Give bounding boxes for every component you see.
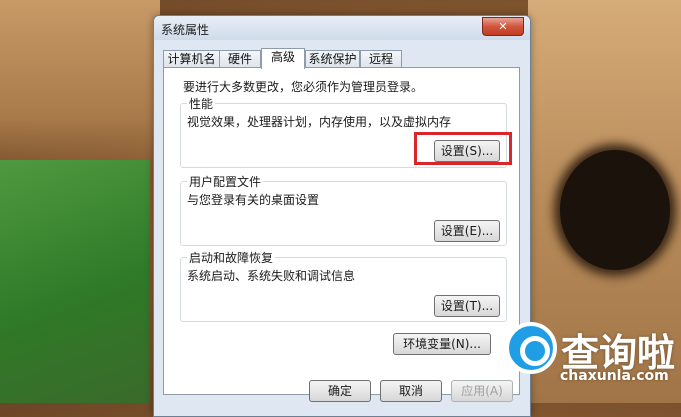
advanced-tab-panel: 要进行大多数更改，您必须作为管理员登录。 性能 视觉效果，处理器计划，内存使用，… [163,67,520,395]
background-dog-mouth [560,150,670,270]
tab-hardware[interactable]: 硬件 [219,50,261,68]
window-title: 系统属性 [161,23,210,37]
background-fur [0,0,160,170]
watermark-logo: 查询啦 chaxunla.com [497,312,681,403]
user-profiles-description: 与您登录有关的桌面设置 [187,193,320,207]
performance-description: 视觉效果，处理器计划，内存使用，以及虚拟内存 [187,115,452,129]
close-button[interactable]: ✕ [482,17,524,36]
environment-variables-button[interactable]: 环境变量(N)... [393,333,491,355]
ok-button[interactable]: 确定 [309,380,371,402]
performance-title: 性能 [187,95,216,112]
tab-advanced[interactable]: 高级 [261,48,305,69]
tab-remote[interactable]: 远程 [360,50,402,68]
background-grass [0,160,150,403]
magnifier-logo-icon [505,322,557,374]
startup-recovery-settings-button[interactable]: 设置(T)... [434,295,500,317]
user-profiles-settings-button[interactable]: 设置(E)... [434,220,500,242]
watermark-url: chaxunla.com [560,368,669,384]
startup-recovery-title: 启动和故障恢复 [187,249,276,266]
cancel-button[interactable]: 取消 [380,380,442,402]
startup-recovery-group: 启动和故障恢复 系统启动、系统失败和调试信息 设置(T)... [180,249,507,322]
user-profiles-title: 用户配置文件 [187,173,264,190]
title-bar[interactable]: 系统属性 ✕ [154,16,530,40]
tab-computer-name[interactable]: 计算机名 [163,50,220,68]
highlight-box [414,132,512,165]
tab-system-protection[interactable]: 系统保护 [305,50,360,68]
startup-recovery-description: 系统启动、系统失败和调试信息 [187,269,356,283]
admin-notice: 要进行大多数更改，您必须作为管理员登录。 [183,80,424,94]
user-profiles-group: 用户配置文件 与您登录有关的桌面设置 设置(E)... [180,173,507,246]
system-properties-dialog: 系统属性 ✕ 计算机名 硬件 高级 系统保护 远程 要进行大多数更改，您必须作为… [153,15,531,417]
